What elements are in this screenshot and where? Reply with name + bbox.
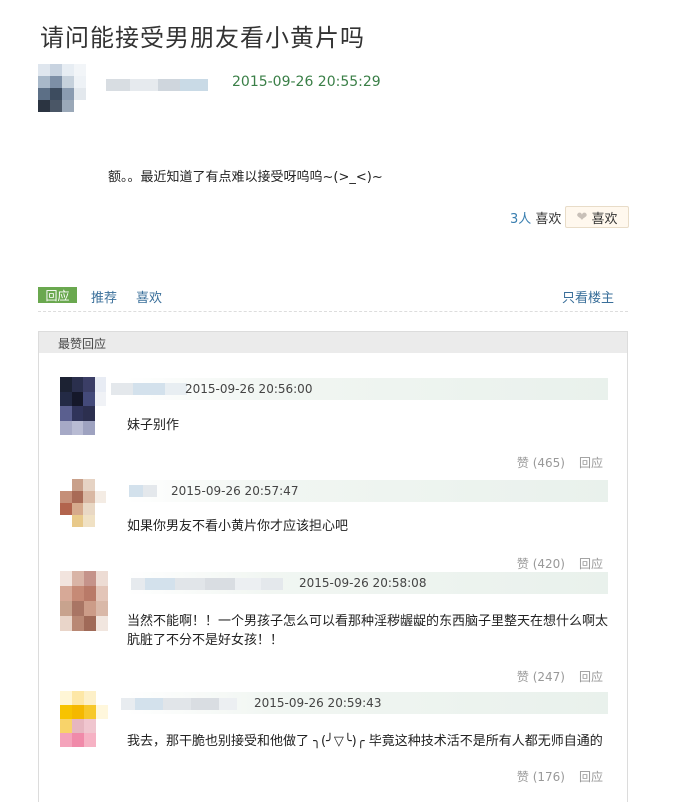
commenter-name-redacted — [129, 482, 157, 497]
like-count[interactable]: 3人 喜欢 — [510, 208, 561, 227]
post-title: 请问能接受男朋友看小黄片吗 — [40, 24, 365, 52]
divider — [38, 311, 628, 312]
reply-link[interactable]: 回应 — [579, 670, 603, 684]
comment-footer: 赞 (247) 回应 — [503, 668, 603, 685]
upvote-link[interactable]: 赞 (176) — [517, 770, 565, 784]
recommend-link[interactable]: 推荐 — [91, 287, 117, 306]
op-avatar[interactable] — [38, 64, 86, 112]
comment-timestamp: 2015-09-26 20:58:08 — [299, 576, 427, 590]
commenter-name-redacted — [111, 380, 187, 395]
post-body: 额。。最近知道了有点难以接受呀呜呜~(>_<)~ — [108, 170, 383, 185]
comment-text: 当然不能啊！！一个男孩子怎么可以看那种淫秽龌龊的东西脑子里整天在想什么啊太肮脏了… — [127, 614, 609, 648]
heart-icon: ❤ — [576, 209, 588, 225]
reply-link[interactable]: 回应 — [579, 557, 603, 571]
comment-timestamp: 2015-09-26 20:56:00 — [185, 382, 313, 396]
only-op-link[interactable]: 只看楼主 — [562, 287, 614, 306]
commenter-avatar[interactable] — [60, 691, 108, 747]
upvote-link[interactable]: 赞 (420) — [517, 557, 565, 571]
like-button[interactable]: ❤ 喜欢 — [565, 206, 629, 228]
reply-tab[interactable]: 回应 — [38, 287, 77, 303]
top-comments-header: 最赞回应 — [39, 332, 627, 353]
op-username-redacted — [106, 76, 208, 91]
comment-text: 如果你男友不看小黄片你才应该担心吧 — [127, 519, 349, 534]
comment-timestamp: 2015-09-26 20:57:47 — [171, 484, 299, 498]
commenter-avatar[interactable] — [60, 377, 106, 435]
comment-footer: 赞 (176) 回应 — [503, 768, 603, 785]
reply-link[interactable]: 回应 — [579, 456, 603, 470]
like-count-label: 喜欢 — [535, 212, 562, 227]
upvote-link[interactable]: 赞 (247) — [517, 670, 565, 684]
commenter-name-redacted — [121, 695, 237, 710]
comment-text: 妹子别作 — [127, 418, 180, 433]
comment-footer: 赞 (420) 回应 — [503, 555, 603, 572]
post-timestamp: 2015-09-26 20:55:29 — [232, 74, 381, 90]
upvote-link[interactable]: 赞 (465) — [517, 456, 565, 470]
comment-footer: 赞 (465) 回应 — [503, 454, 603, 471]
comment-timestamp: 2015-09-26 20:59:43 — [254, 696, 382, 710]
commenter-avatar[interactable] — [60, 571, 108, 631]
commenter-avatar[interactable] — [60, 479, 106, 527]
like-count-number[interactable]: 3人 — [510, 212, 531, 227]
comment-text: 我去，那干脆也别接受和他做了 ╮(╯▽╰)╭ 毕竟这种技术活不是所有人都无师自通… — [127, 734, 603, 749]
like-button-label: 喜欢 — [591, 211, 618, 227]
top-comments-panel: 最赞回应 2015-09-26 20:56:00 妹子别作 赞 (465) 回应 — [38, 331, 628, 802]
commenter-name-redacted — [131, 575, 283, 590]
like-link[interactable]: 喜欢 — [136, 287, 162, 306]
reply-link[interactable]: 回应 — [579, 770, 603, 784]
